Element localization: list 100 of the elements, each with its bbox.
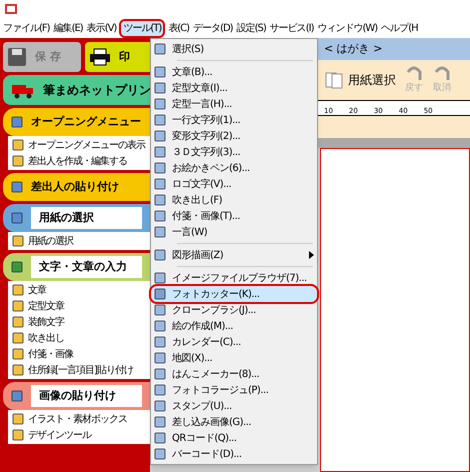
menu-item-icon [154,432,166,444]
app-icon [4,3,18,15]
menu-item[interactable]: バーコード(D)... [151,446,317,462]
menu-item[interactable]: 絵の作成(M)... [151,318,317,334]
menu-item[interactable]: 定型文章(I)... [151,80,317,96]
menu-item-icon [154,336,166,348]
toolbar-button[interactable]: 用紙選択 [324,71,396,89]
menu-item-icon [154,194,166,206]
menu-item-icon [154,448,166,460]
menu-item[interactable]: お絵かきペン(6)... [151,160,317,176]
item-icon [12,316,24,328]
menu-item[interactable]: ３Ｄ文字列(3)... [151,144,317,160]
menu-item-icon [154,146,166,158]
section-title: オープニングメニュー [31,114,141,130]
menu-item-icon [154,114,166,126]
item-icon [12,300,24,312]
item-icon [12,284,24,296]
section-icon [11,181,23,193]
sidebar-item[interactable]: 文章 [28,282,46,298]
pages-icon [324,71,344,89]
sidebar-item[interactable]: 吹き出し [28,330,64,346]
section-header[interactable]: 文字・文章の入力 [3,253,150,281]
menu-item-icon [154,288,166,300]
menu-item[interactable]: カレンダー(C)... [151,334,317,350]
document-tab[interactable]: < はがき > [324,40,382,58]
menu-bar-item[interactable]: ヘルプ(H [380,20,419,36]
menu-item-icon [154,416,166,428]
menu-item-icon [154,352,166,364]
menu-item-icon [154,98,166,110]
menu-item[interactable]: フォトコラージュ(P)... [151,382,317,398]
net-print-button[interactable]: 筆まめネットプリン [3,75,150,105]
menu-item[interactable]: 差し込み画像(G)... [151,414,317,430]
menu-item-icon [154,66,166,78]
menu-item[interactable]: 変形文字列(2)... [151,128,317,144]
menu-bar-item[interactable]: ツール(T) [119,18,166,38]
menu-item[interactable]: 選択(S) [151,41,317,57]
section-icon [11,116,23,128]
menu-item[interactable]: 付箋・画像(T)... [151,208,317,224]
sidebar-item[interactable]: 差出人を作成・編集する [28,154,127,168]
menu-item-icon [154,162,166,174]
menu-bar-item[interactable]: データ(D) [192,20,234,36]
menu-bar-item[interactable]: ウィンドウ(W) [316,20,378,36]
menu-item-icon [154,400,166,412]
section-title: 画像の貼り付け [31,385,142,407]
printer-icon [89,48,111,66]
menu-item-icon [154,130,166,142]
section-header[interactable]: オープニングメニュー [3,108,150,136]
menu-item[interactable]: スタンプ(U)... [151,398,317,414]
item-icon [12,155,24,167]
sidebar-item[interactable]: 定型文章 [28,298,64,314]
menu-item[interactable]: 図形描画(Z) [151,247,317,263]
menu-item[interactable]: フォトカッター(K)... [151,286,317,302]
sidebar-item[interactable]: 住所録[一言項目]貼り付け [28,362,133,378]
sidebar-item[interactable]: オープニングメニューの表示 [28,138,145,152]
menu-item[interactable]: 文章(B)... [151,64,317,80]
menu-bar-item[interactable]: 設定(S) [236,20,267,36]
section-icon [11,261,23,273]
menu-item-icon [154,304,166,316]
item-icon [12,332,24,344]
item-icon [12,364,24,376]
menu-item-icon [154,43,166,55]
section-icon [11,390,23,402]
item-icon [12,235,24,247]
menu-item[interactable]: クローンブラシ(J)... [151,302,317,318]
sidebar-item[interactable]: 付箋・画像 [28,346,73,362]
menu-item[interactable]: 一行文字列(1)... [151,112,317,128]
menu-item[interactable]: イメージファイルブラウザ(7)... [151,270,317,286]
section-header[interactable]: 用紙の選択 [3,204,150,232]
menu-bar-item[interactable]: 表示(V) [86,20,118,36]
menu-item[interactable]: はんこメーカー(8)... [151,366,317,382]
menu-bar-item[interactable]: 表(C) [167,20,190,36]
item-icon [12,139,24,151]
menu-item-icon [154,368,166,380]
menu-item-icon [154,384,166,396]
menu-item[interactable]: 地図(X)... [151,350,317,366]
sidebar-item[interactable]: 装飾文字 [28,314,64,330]
menu-item[interactable]: ロゴ文字(V)... [151,176,317,192]
section-header[interactable]: 差出人の貼り付け [3,173,150,201]
menu-bar-item[interactable]: サービス(I) [268,20,314,36]
section-header[interactable]: 画像の貼り付け [3,382,150,410]
menu-item[interactable]: 定型一言(H)... [151,96,317,112]
item-icon [12,413,24,425]
section-title: 用紙の選択 [31,207,142,229]
sidebar-item[interactable]: イラスト・素材ボックス [28,412,127,426]
menu-item-icon [154,178,166,190]
item-icon [12,429,24,441]
sidebar-item[interactable]: デザインツール [28,428,91,442]
submenu-arrow-icon [309,251,314,259]
item-icon [12,348,24,360]
print-button[interactable]: 印 [85,42,150,72]
section-icon [11,212,23,224]
menu-bar-item[interactable]: ファイル(F) [2,20,51,36]
menu-item[interactable]: 一言(W) [151,224,317,240]
menu-item[interactable]: 吹き出し(F) [151,192,317,208]
menu-item[interactable]: QRコード(Q)... [151,430,317,446]
menu-item-icon [154,82,166,94]
menu-item-icon [154,249,166,261]
menu-item-icon [154,210,166,222]
menu-item-icon [154,320,166,332]
menu-bar-item[interactable]: 編集(E) [52,20,84,36]
